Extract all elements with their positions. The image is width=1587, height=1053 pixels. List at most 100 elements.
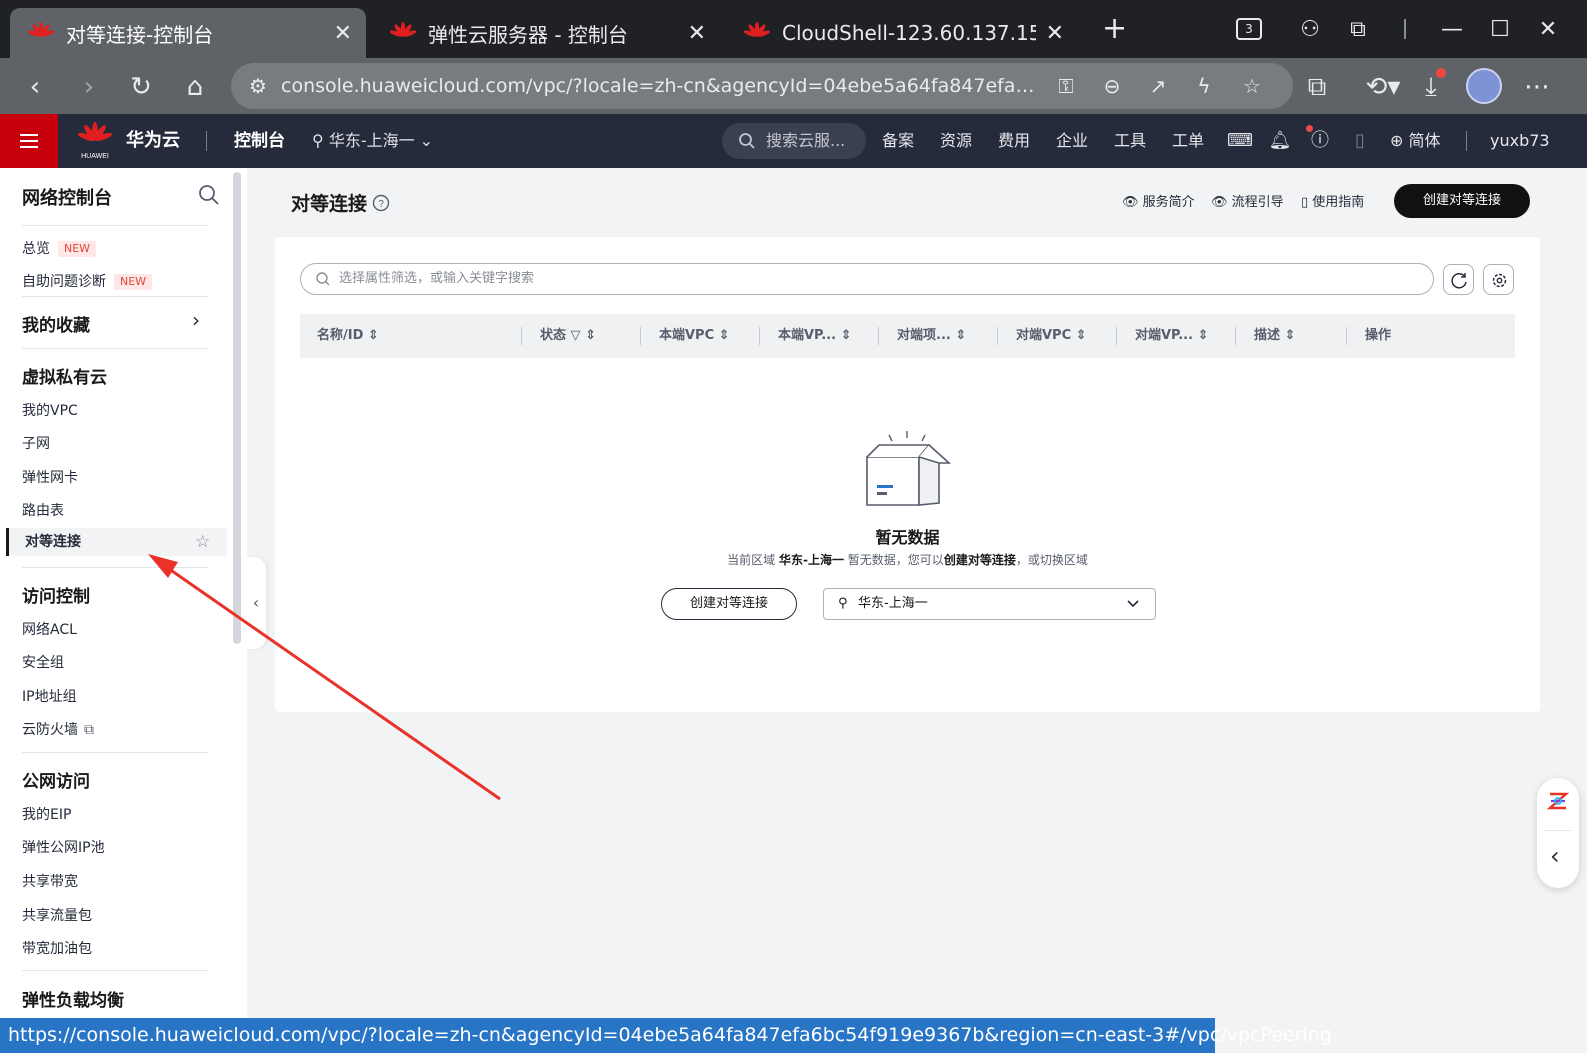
brand-name[interactable]: 华为云 [126,114,180,168]
sidebar-favorites[interactable]: 我的收藏 [22,311,90,336]
sidebar-item-my-eip[interactable]: 我的EIP [22,804,71,824]
password-key-icon[interactable]: ⚿ [1049,69,1083,103]
external-link-icon: ⧉ [84,722,94,738]
region-selector[interactable]: ⚲ 华东-上海一 ⌄ [312,114,433,168]
huawei-favicon-icon [390,22,416,37]
forward-icon[interactable]: › [72,70,106,104]
sidebar-scrollbar[interactable] [233,172,241,644]
sidebar-item-diagnosis[interactable]: 自助问题诊断 NEW [22,271,153,291]
browser-tab-ecs[interactable]: 弹性云服务器 - 控制台 ✕ [372,8,720,58]
service-intro-link[interactable]: 👁︎ 服务简介 [1122,191,1195,210]
close-tab-icon[interactable]: ✕ [1046,21,1064,46]
sidebar-item-network-acl[interactable]: 网络ACL [22,619,77,639]
sidebar-item-cloud-firewall[interactable]: 云防火墙 ⧉ [22,719,94,739]
sidebar-item-bandwidth-addon[interactable]: 带宽加油包 [22,938,92,958]
sidebar-item-subnet[interactable]: 子网 [22,433,50,453]
column-peer-project[interactable]: 对端项... ⇕ [897,314,966,358]
column-name-id[interactable]: 名称/ID ⇕ [317,314,379,358]
extensions-icon[interactable]: ⧉ [1300,70,1334,104]
empty-create-peering-button[interactable]: 创建对等连接 [661,588,797,620]
region-select-value: 华东-上海一 [858,596,928,611]
close-tab-icon[interactable]: ✕ [688,21,706,46]
user-account[interactable]: yuxb73 [1490,114,1550,168]
address-bar[interactable]: ⚙ console.huaweicloud.com/vpc/?locale=zh… [231,63,1293,109]
home-icon[interactable]: ⌂ [178,70,212,104]
process-guide-link[interactable]: 👁︎ 流程引导 [1211,191,1284,210]
sidebar-item-vpc-peering[interactable]: 对等连接 ☆ [6,528,227,556]
column-local-vpc-cidr[interactable]: 本端VP... ⇕ [778,314,851,358]
sidebar-item-my-vpc[interactable]: 我的VPC [22,400,78,420]
assistant-logo-icon[interactable] [1547,790,1569,812]
extensions-puzzle-icon[interactable]: ⧉ [1334,17,1382,42]
maximize-icon[interactable]: ☐ [1476,17,1524,42]
desc-text: ，或切换区域 [1015,553,1088,567]
minimize-icon[interactable]: — [1428,17,1476,42]
refresh-button[interactable] [1443,264,1474,295]
sidebar-item-eni[interactable]: 弹性网卡 [22,467,78,487]
header-search[interactable]: 搜索云服... [722,123,866,159]
column-local-vpc[interactable]: 本端VPC ⇕ [659,314,730,358]
bolt-icon[interactable]: ϟ [1187,69,1221,103]
nav-enterprise[interactable]: 企业 [1056,114,1088,168]
favorite-star-icon[interactable]: ☆ [195,528,210,556]
toolbar-divider [1404,19,1406,39]
column-peer-vpc-cidr[interactable]: 对端VP... ⇕ [1135,314,1208,358]
share-icon[interactable]: ↗ [1141,69,1175,103]
cloudshell-terminal-icon[interactable]: ⌨ [1226,127,1254,155]
close-tab-icon[interactable]: ✕ [334,21,352,46]
history-icon[interactable]: ⟲▾ [1358,70,1408,104]
nav-resources[interactable]: 资源 [940,114,972,168]
sidebar-item-route-table[interactable]: 路由表 [22,500,64,520]
help-icon[interactable]: ? [371,193,391,213]
browser-menu-icon[interactable]: ⋯ [1520,70,1554,104]
browser-tab-cloudshell[interactable]: CloudShell-123.60.137.158 ✕ [726,8,1078,58]
tab-title: 弹性云服务器 - 控制台 [428,22,628,47]
hamburger-menu-icon[interactable] [0,114,58,168]
column-divider [640,327,641,345]
close-window-icon[interactable]: ✕ [1524,17,1572,42]
bookmark-star-icon[interactable]: ☆ [1235,69,1269,103]
new-tab-icon[interactable]: + [1102,14,1127,44]
help-circle-icon[interactable]: ⓘ [1306,127,1334,155]
nav-tools[interactable]: 工具 [1114,114,1146,168]
nav-tickets[interactable]: 工单 [1172,114,1204,168]
back-icon[interactable]: ‹ [18,70,52,104]
nav-beian[interactable]: 备案 [882,114,914,168]
browser-tab-peering[interactable]: 对等连接-控制台 ✕ [10,8,366,58]
chevron-down-icon [1127,600,1139,608]
profile-avatar[interactable] [1466,68,1502,104]
sidebar-item-security-group[interactable]: 安全组 [22,652,64,672]
feedback-icon[interactable]: ▯ [1346,127,1374,155]
sort-icon: ⇕ [1284,328,1296,343]
column-peer-vpc[interactable]: 对端VPC ⇕ [1016,314,1087,358]
sidebar-collapse-toggle[interactable]: ‹ [246,557,266,649]
desc-text: 当前区域 [727,553,776,567]
nav-billing[interactable]: 费用 [998,114,1030,168]
site-info-icon[interactable]: ⚙ [241,69,275,103]
reload-icon[interactable]: ↻ [124,70,158,104]
sidebar-item-overview[interactable]: 总览 NEW [22,238,97,258]
address-bar-url: console.huaweicloud.com/vpc/?locale=zh-c… [281,75,1041,97]
sidebar-search-icon[interactable] [196,182,222,208]
tab-count-icon[interactable]: 3 [1236,18,1262,40]
chevron-right-icon[interactable]: › [192,308,200,332]
incognito-icon[interactable]: ⚇ [1286,17,1334,42]
zoom-out-icon[interactable]: ⊖ [1095,69,1129,103]
settings-button[interactable] [1483,264,1514,295]
sidebar-item-eip-pool[interactable]: 弹性公网IP池 [22,837,105,857]
filter-search-input[interactable]: 选择属性筛选，或输入关键字搜索 [300,263,1434,295]
console-link[interactable]: 控制台 [234,114,285,168]
notification-bell-icon[interactable]: 🔔︎ [1266,127,1294,155]
sidebar-item-ip-group[interactable]: IP地址组 [22,686,77,706]
sidebar-item-shared-bandwidth[interactable]: 共享带宽 [22,871,78,891]
column-description[interactable]: 描述 ⇕ [1254,314,1295,358]
column-status[interactable]: 状态 ▽ ⇕ [540,314,596,358]
language-switcher[interactable]: ⊕ 简体 [1390,114,1441,168]
sidebar-item-shared-data-package[interactable]: 共享流量包 [22,905,92,925]
filter-funnel-icon: ▽ [570,328,581,343]
create-peering-button[interactable]: 创建对等连接 [1394,184,1530,218]
user-guide-link[interactable]: ▯ 使用指南 [1301,191,1364,210]
chevron-left-icon[interactable]: ‹ [1550,842,1560,870]
chevron-down-icon: ⌄ [414,131,434,150]
region-select-dropdown[interactable]: ⚲ 华东-上海一 [823,588,1156,620]
